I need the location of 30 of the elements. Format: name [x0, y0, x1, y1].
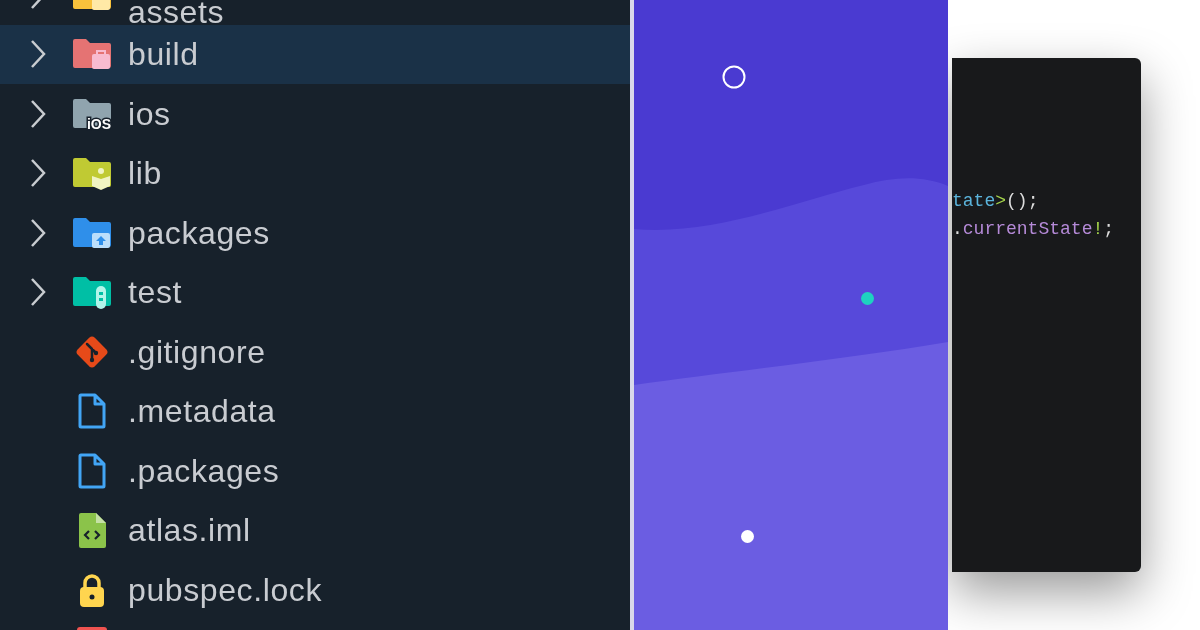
tree-item[interactable]: iOS ios	[0, 84, 630, 144]
folder-icon	[72, 215, 112, 250]
chevron-icon[interactable]	[30, 39, 46, 70]
tree-item[interactable]: assets	[0, 0, 630, 25]
folder-icon	[72, 275, 112, 310]
chevron-icon[interactable]	[30, 98, 46, 129]
chevron-icon[interactable]	[30, 158, 46, 189]
lock-icon	[77, 571, 107, 608]
folder-icon	[72, 156, 112, 191]
tree-item[interactable]: atlas.iml	[0, 500, 630, 560]
code-line: tate>();	[952, 190, 1039, 213]
dot-icon	[741, 530, 754, 543]
chevron-icon[interactable]	[30, 217, 46, 248]
tree-item[interactable]: lib	[0, 143, 630, 203]
tree-item[interactable]: pubspec.lock	[0, 560, 630, 620]
document-icon	[77, 393, 107, 430]
folder-icon	[72, 37, 112, 72]
document-icon	[77, 452, 107, 489]
tree-item[interactable]: .gitignore	[0, 322, 630, 382]
tree-item[interactable]: test	[0, 262, 630, 322]
code-line: .currentState!;	[952, 218, 1115, 241]
folder-icon: iOS	[72, 96, 112, 131]
tree-item[interactable]: packages	[0, 203, 630, 263]
tree-item[interactable]: .packages	[0, 441, 630, 501]
chevron-icon[interactable]	[30, 277, 46, 308]
dot-icon	[861, 292, 874, 305]
code-file-icon	[77, 512, 107, 549]
tree-item[interactable]: .metadata	[0, 381, 630, 441]
tree-item[interactable]: build	[0, 24, 630, 84]
ring-icon	[722, 65, 746, 89]
